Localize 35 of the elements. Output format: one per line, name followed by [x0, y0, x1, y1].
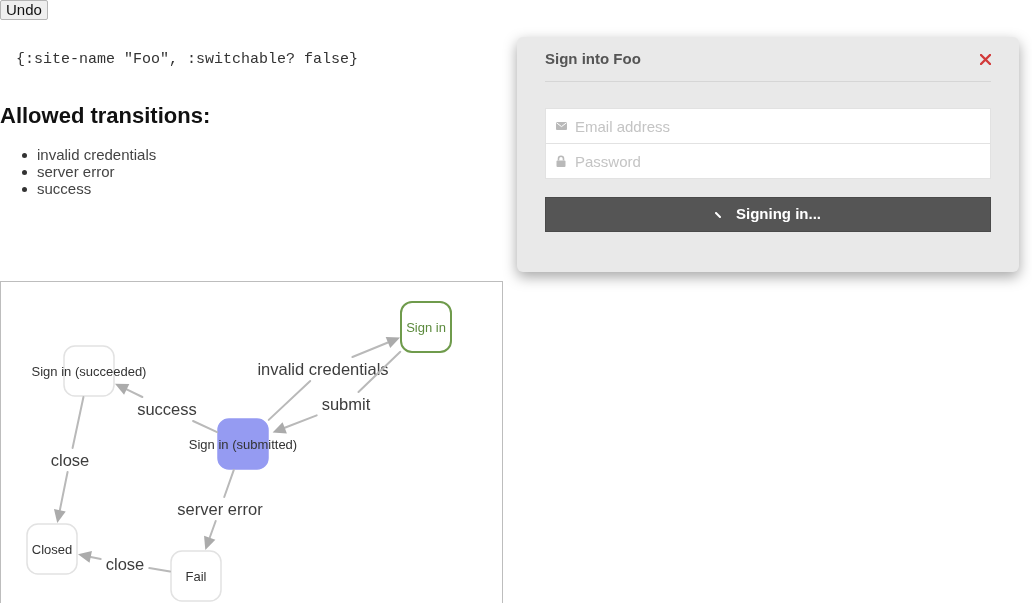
- transition-arrow: [204, 520, 217, 550]
- transition-label: server error: [177, 500, 263, 518]
- close-icon[interactable]: [980, 53, 991, 65]
- envelope-icon: [556, 122, 567, 130]
- section-heading: Allowed transitions:: [0, 103, 212, 129]
- lock-icon: [556, 155, 566, 167]
- state-label: Sign in: [406, 319, 446, 335]
- dialog-title: Sign into Foo: [545, 48, 641, 69]
- transition-label: invalid credentials: [257, 360, 389, 378]
- transition-line: [192, 420, 219, 434]
- password-field[interactable]: Password: [545, 143, 991, 179]
- state-code-text: {:site-name "Foo", :switchable? false}: [16, 51, 360, 69]
- sign-in-button[interactable]: Signing in...: [545, 197, 991, 232]
- state-label: Sign in (submitted): [188, 436, 298, 452]
- transition-arrow: [272, 414, 318, 434]
- state-label: Closed: [31, 541, 73, 557]
- state-label: Fail: [185, 568, 207, 584]
- transition-label: close: [105, 555, 145, 573]
- state-label: Sign in (succeeded): [31, 363, 147, 379]
- transition-arrow: [115, 383, 144, 398]
- bullet-icon: [22, 187, 27, 192]
- undo-button[interactable]: Undo: [0, 0, 48, 20]
- bullet-icon: [22, 153, 27, 158]
- transition-arrow: [78, 551, 102, 563]
- transition-line: [148, 567, 171, 573]
- bullet-icon: [22, 170, 27, 175]
- transition-line: [267, 380, 312, 421]
- email-field[interactable]: Email address: [545, 108, 991, 144]
- transition-label: close: [50, 451, 90, 469]
- transition-arrow: [53, 471, 69, 523]
- transition-arrow: [351, 336, 400, 358]
- transition-label: success: [137, 400, 197, 418]
- transition-line: [71, 396, 85, 449]
- transition-line: [223, 468, 235, 498]
- transition-label: submit: [321, 395, 371, 413]
